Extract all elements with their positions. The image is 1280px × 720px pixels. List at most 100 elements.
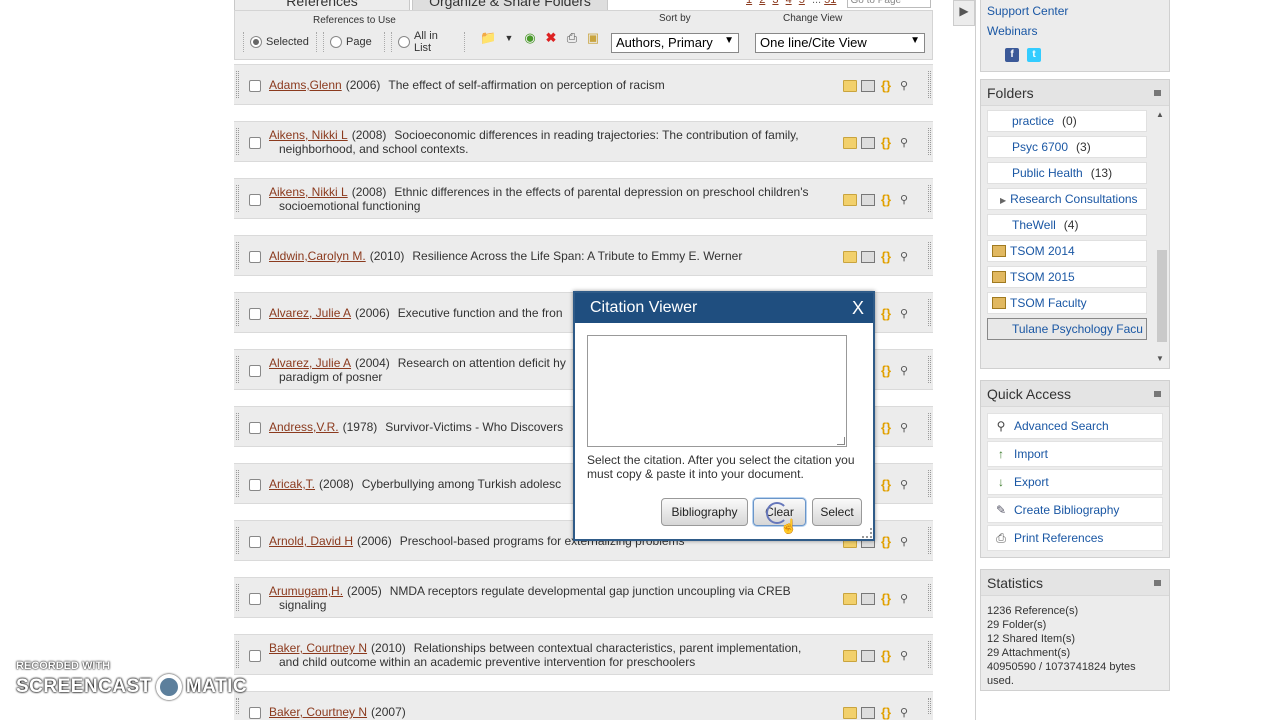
bibliography-button[interactable]: Bibliography (661, 498, 748, 526)
author-link[interactable]: Aikens, Nikki L (269, 185, 348, 199)
facebook-icon[interactable]: f (1005, 48, 1019, 62)
drag-handle[interactable] (236, 185, 239, 212)
reference-row[interactable]: Adams,Glenn (2006) The effect of self-affi… (234, 64, 933, 105)
drag-handle[interactable] (236, 71, 239, 98)
folder-item[interactable]: Public Health (13) (987, 162, 1147, 184)
page-link[interactable]: 4 (786, 0, 792, 6)
drag-handle[interactable] (928, 128, 931, 155)
folder-icon[interactable] (843, 707, 857, 719)
webinars-link[interactable]: Webinars (987, 24, 1037, 38)
folder-icon[interactable] (843, 137, 857, 149)
search-icon[interactable]: ⚲ (897, 194, 911, 206)
add-folder-icon[interactable]: 📁 (480, 30, 496, 46)
create-bibliography-link[interactable]: ✎ Create Bibliography (987, 497, 1163, 523)
reference-checkbox[interactable] (249, 479, 261, 491)
drag-handle[interactable] (236, 299, 239, 326)
folder-item[interactable]: ▶ Research Consultations (987, 188, 1147, 210)
citation-textarea[interactable] (587, 335, 847, 447)
collapse-sidebar-button[interactable]: ▶ (953, 0, 975, 26)
folder-item[interactable]: TheWell (4) (987, 214, 1147, 236)
folder-icon[interactable] (843, 650, 857, 662)
reference-checkbox[interactable] (249, 194, 261, 206)
cite-braces-icon[interactable]: {} (879, 250, 893, 263)
print-icon[interactable] (861, 194, 875, 206)
folder-icon[interactable] (843, 80, 857, 92)
advanced-search-link[interactable]: ⚲ Advanced Search (987, 413, 1163, 439)
reference-checkbox[interactable] (249, 422, 261, 434)
reference-checkbox[interactable] (249, 80, 261, 92)
export-link[interactable]: ↓ Export (987, 469, 1163, 495)
page-link[interactable]: 5 (799, 0, 805, 6)
folders-scrollbar[interactable]: ▲ ▼ (1155, 110, 1167, 363)
resize-grip-icon[interactable] (837, 437, 845, 445)
scroll-down-icon[interactable]: ▼ (1156, 354, 1164, 363)
print-references-link[interactable]: ⎙ Print References (987, 525, 1163, 551)
folder-item[interactable]: Psyc 6700 (3) (987, 136, 1147, 158)
sort-select[interactable]: Authors, Primary ▼ (611, 33, 739, 53)
radio-page[interactable]: Page (323, 32, 385, 52)
search-icon[interactable]: ⚲ (897, 308, 911, 320)
print-icon[interactable] (861, 80, 875, 92)
search-icon[interactable]: ⚲ (897, 479, 911, 491)
print-icon[interactable] (861, 650, 875, 662)
goto-page-input[interactable]: Go to Page (847, 0, 932, 8)
close-button[interactable]: X (852, 293, 864, 323)
search-icon[interactable]: ⚲ (897, 536, 911, 548)
page-link[interactable]: 1 (746, 0, 752, 6)
drag-handle[interactable] (928, 413, 931, 440)
reference-checkbox[interactable] (249, 251, 261, 263)
drag-handle[interactable] (928, 356, 931, 383)
drag-handle[interactable] (928, 527, 931, 554)
reference-checkbox[interactable] (249, 650, 261, 662)
cite-braces-icon[interactable]: {} (879, 421, 893, 434)
author-link[interactable]: Andress,V.R. (269, 420, 339, 434)
page-link[interactable]: 3 (772, 0, 778, 6)
search-icon[interactable]: ⚲ (897, 80, 911, 92)
shared-folder-icon[interactable]: ▣ (585, 30, 601, 46)
clear-button[interactable]: Clear ☝ (753, 498, 806, 534)
select-button[interactable]: Select (812, 498, 862, 526)
twitter-icon[interactable]: t (1027, 48, 1041, 62)
author-link[interactable]: Aricak,T. (269, 477, 315, 491)
cite-braces-icon[interactable]: {} (879, 364, 893, 377)
folder-icon[interactable] (843, 593, 857, 605)
drag-handle[interactable] (928, 641, 931, 668)
folder-item-selected[interactable]: Tulane Psychology Facu (987, 318, 1147, 340)
drag-handle[interactable] (928, 71, 931, 98)
search-icon[interactable]: ⚲ (897, 137, 911, 149)
drag-handle[interactable] (236, 470, 239, 497)
radio-all-in-list[interactable]: All in List (391, 30, 465, 54)
view-select[interactable]: One line/Cite View ▼ (755, 33, 925, 53)
check-link-icon[interactable]: ◉ (522, 30, 538, 46)
radio-dot[interactable] (330, 36, 342, 48)
drag-handle[interactable] (928, 470, 931, 497)
author-link[interactable]: Baker, Courtney N (269, 705, 367, 719)
print-icon[interactable]: ⎙ (564, 30, 580, 46)
reference-checkbox[interactable] (249, 707, 261, 719)
import-link[interactable]: ↑ Import (987, 441, 1163, 467)
reference-checkbox[interactable] (249, 137, 261, 149)
drag-handle[interactable] (928, 299, 931, 326)
reference-row[interactable]: Baker, Courtney N (2007) {} ⚲ (234, 691, 933, 720)
print-icon[interactable] (861, 251, 875, 263)
reference-row[interactable]: Aikens, Nikki L (2008) Ethnic differences … (234, 178, 933, 219)
cite-braces-icon[interactable]: {} (879, 535, 893, 548)
author-link[interactable]: Baker, Courtney N (269, 641, 367, 655)
search-icon[interactable]: ⚲ (897, 251, 911, 263)
cite-braces-icon[interactable]: {} (879, 193, 893, 206)
cite-braces-icon[interactable]: {} (879, 307, 893, 320)
reference-row[interactable]: Arumugam,H. (2005) NMDA receptors regulate… (234, 577, 933, 618)
radio-dot[interactable] (398, 36, 410, 48)
author-link[interactable]: Arumugam,H. (269, 584, 343, 598)
reference-row[interactable]: Baker, Courtney N (2010) Relationships bet… (234, 634, 933, 675)
support-center-link[interactable]: Support Center (987, 4, 1068, 18)
delete-icon[interactable]: ✖ (543, 30, 559, 46)
drag-handle[interactable] (236, 242, 239, 269)
search-icon[interactable]: ⚲ (897, 593, 911, 605)
print-icon[interactable] (861, 707, 875, 719)
radio-selected[interactable]: Selected (243, 32, 317, 52)
search-icon[interactable]: ⚲ (897, 707, 911, 719)
search-icon[interactable]: ⚲ (897, 365, 911, 377)
folder-item[interactable]: practice (0) (987, 110, 1147, 132)
author-link[interactable]: Alvarez, Julie A (269, 306, 351, 320)
